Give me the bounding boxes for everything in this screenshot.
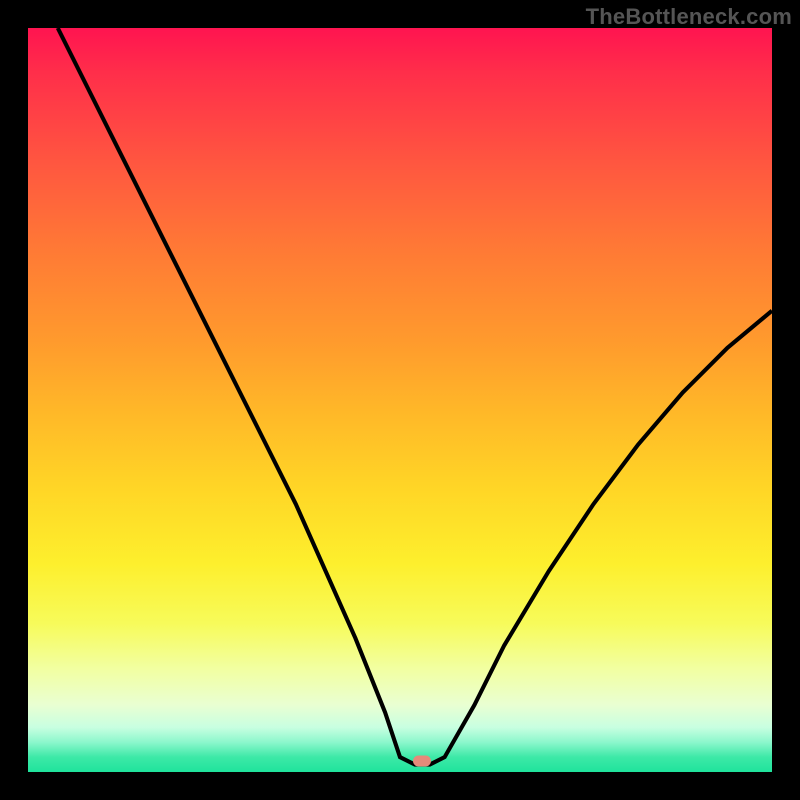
watermark-text: TheBottleneck.com [586,4,792,30]
plot-area [28,28,772,772]
optimal-marker [413,755,431,766]
chart-frame: TheBottleneck.com [0,0,800,800]
bottleneck-curve [28,28,772,772]
curve-path [58,28,772,765]
